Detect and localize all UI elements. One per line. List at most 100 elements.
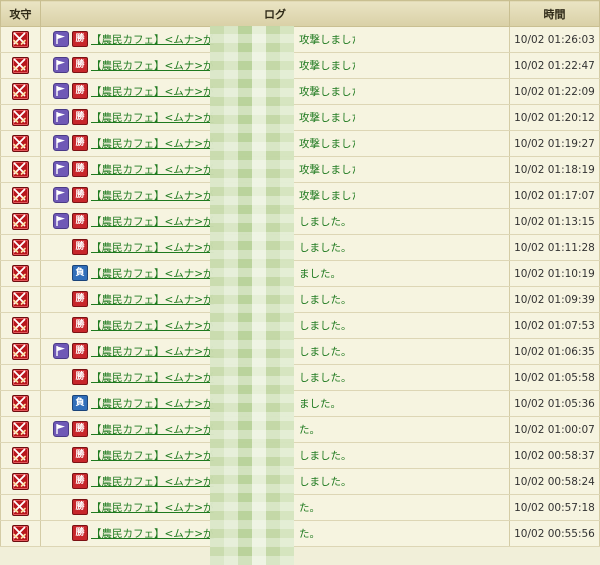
flag-icon [53, 135, 69, 151]
timestamp: 10/02 01:19:27 [509, 130, 600, 157]
table-row: 勝【農民カフェ】<ムナ>が しました。 10/02 00:58:24 [0, 468, 600, 495]
log-entry-tail: 攻撃しました。 [299, 138, 355, 150]
log-entry-tail: 攻撃しました。 [299, 86, 355, 98]
crossed-swords-icon [12, 83, 29, 100]
log-icons: 勝 [53, 447, 89, 464]
log-entry-tail: しました。 [299, 346, 352, 358]
table-row: 勝【農民カフェ】<ムナ>が 攻撃しました。 10/02 01:22:09 [0, 78, 600, 105]
log-entry-text: 【農民カフェ】<ムナ>が [91, 112, 214, 124]
type-cell [0, 468, 41, 495]
timestamp: 10/02 00:55:56 [509, 520, 600, 547]
result-badge: 勝 [72, 239, 88, 255]
result-badge: 勝 [72, 135, 88, 151]
crossed-swords-icon [12, 343, 29, 360]
type-cell [0, 26, 41, 53]
log-entry-tail: ました。 [299, 268, 341, 280]
type-cell [0, 390, 41, 417]
crossed-swords-icon [12, 525, 29, 542]
table-row: 勝【農民カフェ】<ムナ>が た。 10/02 01:00:07 [0, 416, 600, 443]
crossed-swords-icon [12, 239, 29, 256]
timestamp: 10/02 01:22:09 [509, 78, 600, 105]
crossed-swords-icon [12, 499, 29, 516]
log-icons: 勝 [53, 57, 89, 74]
flag-icon [53, 109, 69, 125]
result-badge: 勝 [72, 161, 88, 177]
log-entry-text: 【農民カフェ】<ムナ>が [91, 190, 214, 202]
result-badge: 勝 [72, 447, 88, 463]
table-row: 勝【農民カフェ】<ムナ>が 攻撃しました。 10/02 01:18:19 [0, 156, 600, 183]
table-row: 勝【農民カフェ】<ムナ>が 攻撃しました。 10/02 01:17:07 [0, 182, 600, 209]
flag-icon [53, 161, 69, 177]
timestamp: 10/02 00:57:18 [509, 494, 600, 521]
table-row: 勝【農民カフェ】<ムナ>が しました。 10/02 01:05:58 [0, 364, 600, 391]
result-badge: 負 [72, 395, 88, 411]
log-icons: 負 [53, 395, 89, 412]
timestamp: 10/02 01:13:15 [509, 208, 600, 235]
log-icons: 勝 [53, 187, 89, 204]
type-cell [0, 208, 41, 235]
timestamp: 10/02 01:18:19 [509, 156, 600, 183]
battle-log-table: 攻守 ログ 時間 勝【農民カフェ】<ムナ>が攻撃しました。10/02 01:26… [0, 0, 600, 547]
log-entry-tail: た。 [299, 424, 320, 436]
table-row: 勝【農民カフェ】<ムナ>が た。 10/02 00:55:56 [0, 520, 600, 547]
type-cell [0, 286, 41, 313]
log-icons: 勝 [53, 421, 89, 438]
crossed-swords-icon [12, 291, 29, 308]
flag-icon [53, 31, 69, 47]
result-badge: 勝 [72, 57, 88, 73]
log-entry-tail: 攻撃しました。 [299, 112, 355, 124]
timestamp: 10/02 01:10:19 [509, 260, 600, 287]
log-entry-tail: しました。 [299, 372, 352, 384]
log-entry-text: 【農民カフェ】<ムナ>が [91, 242, 214, 254]
table-row: 負【農民カフェ】<ムナ>が ました。 10/02 01:10:19 [0, 260, 600, 287]
log-entry-tail: しました。 [299, 294, 352, 306]
log-rows: 勝【農民カフェ】<ムナ>が攻撃しました。10/02 01:26:03勝【農民カフ… [0, 26, 600, 547]
type-cell [0, 338, 41, 365]
result-badge: 勝 [72, 525, 88, 541]
log-icons: 負 [53, 265, 89, 282]
log-icons: 勝 [53, 317, 89, 334]
log-entry-text: 【農民カフェ】<ムナ>が [91, 60, 214, 72]
table-row: 勝【農民カフェ】<ムナ>が しました。 10/02 01:07:53 [0, 312, 600, 339]
log-icons: 勝 [53, 291, 89, 308]
crossed-swords-icon [12, 369, 29, 386]
log-entry-text: 【農民カフェ】<ムナ>が [91, 268, 214, 280]
log-entry-tail: 攻撃しました。 [299, 34, 355, 46]
table-row: 勝【農民カフェ】<ムナ>が しました。 10/02 00:58:37 [0, 442, 600, 469]
log-icons: 勝 [53, 31, 89, 48]
flag-icon [53, 83, 69, 99]
header-type: 攻守 [0, 0, 41, 27]
result-badge: 勝 [72, 109, 88, 125]
crossed-swords-icon [12, 317, 29, 334]
log-entry-tail: 攻撃しました。 [299, 164, 355, 176]
redacted-mosaic [210, 26, 294, 565]
crossed-swords-icon [12, 109, 29, 126]
timestamp: 10/02 01:11:28 [509, 234, 600, 261]
log-entry-text: 【農民カフェ】<ムナ>が [91, 372, 214, 384]
log-icons: 勝 [53, 473, 89, 490]
log-entry-text: 【農民カフェ】<ムナ>が [91, 528, 214, 540]
result-badge: 負 [72, 265, 88, 281]
log-icons: 勝 [53, 369, 89, 386]
log-entry-tail: しました。 [299, 320, 352, 332]
log-entry-text: 【農民カフェ】<ムナ>が [91, 476, 214, 488]
type-cell [0, 156, 41, 183]
log-entry-text: 【農民カフェ】<ムナ>が [91, 294, 214, 306]
type-cell [0, 234, 41, 261]
table-row: 勝【農民カフェ】<ムナ>が た。 10/02 00:57:18 [0, 494, 600, 521]
type-cell [0, 182, 41, 209]
result-badge: 勝 [72, 83, 88, 99]
timestamp: 10/02 00:58:24 [509, 468, 600, 495]
log-icons: 勝 [53, 83, 89, 100]
crossed-swords-icon [12, 473, 29, 490]
crossed-swords-icon [12, 187, 29, 204]
flag-icon [53, 187, 69, 203]
log-entry-tail: ました。 [299, 398, 341, 410]
log-entry-tail: た。 [299, 528, 320, 540]
timestamp: 10/02 01:07:53 [509, 312, 600, 339]
type-cell [0, 130, 41, 157]
result-badge: 勝 [72, 317, 88, 333]
crossed-swords-icon [12, 421, 29, 438]
type-cell [0, 260, 41, 287]
timestamp: 10/02 01:05:58 [509, 364, 600, 391]
